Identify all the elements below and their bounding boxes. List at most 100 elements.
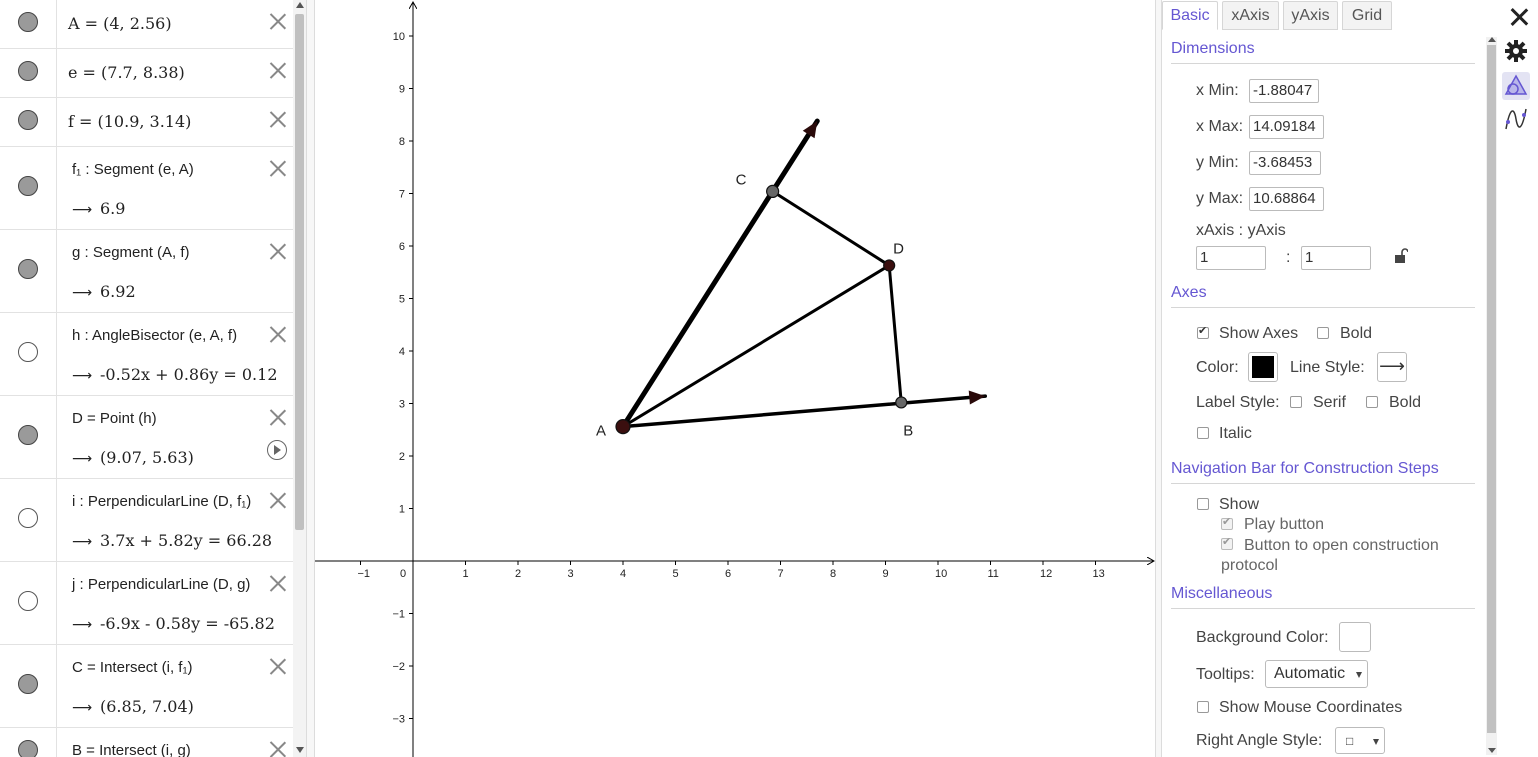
algebra-definition[interactable]: C = Intersect (i, f₁) xyxy=(72,659,193,676)
segment-cd[interactable] xyxy=(771,189,891,267)
x-tick-label: 12 xyxy=(1040,568,1052,580)
algebra-item[interactable]: f₁ : Segment (e, A) ⟶ 6.9 xyxy=(0,147,293,230)
right-angle-select[interactable]: □ xyxy=(1335,727,1385,754)
algebra-definition[interactable]: j : PerpendicularLine (D, g) xyxy=(72,576,250,593)
ymin-input[interactable]: -3.68453 xyxy=(1249,151,1321,175)
visibility-toggle[interactable] xyxy=(18,342,38,362)
tab-yaxis[interactable]: yAxis xyxy=(1283,1,1338,30)
close-icon[interactable] xyxy=(269,408,287,426)
segment-ad[interactable] xyxy=(621,263,891,429)
close-icon[interactable] xyxy=(269,657,287,675)
ratio-y-input[interactable]: 1 xyxy=(1301,246,1371,270)
function-curve-icon[interactable] xyxy=(1502,105,1530,133)
construction[interactable]: A B C D xyxy=(596,118,987,440)
algebra-definition[interactable]: A = (4, 2.56) xyxy=(68,14,172,33)
properties-splitter[interactable] xyxy=(1155,0,1162,757)
algebra-item[interactable]: C = Intersect (i, f₁) ⟶ (6.85, 7.04) xyxy=(0,645,293,728)
tab-basic[interactable]: Basic xyxy=(1162,1,1218,30)
algebra-scrollbar[interactable] xyxy=(293,0,306,757)
point-d[interactable] xyxy=(883,259,896,272)
xmax-input[interactable]: 14.09184 xyxy=(1249,115,1324,139)
algebra-item[interactable]: g : Segment (A, f) ⟶ 6.92 xyxy=(0,230,293,313)
close-icon[interactable] xyxy=(269,159,287,177)
visibility-toggle[interactable] xyxy=(18,110,38,130)
algebra-definition[interactable]: g : Segment (A, f) xyxy=(72,244,190,261)
algebra-item[interactable]: i : PerpendicularLine (D, f₁) ⟶ 3.7x + 5.8… xyxy=(0,479,293,562)
close-icon[interactable] xyxy=(269,61,287,79)
visibility-toggle[interactable] xyxy=(18,61,38,81)
visibility-toggle[interactable] xyxy=(18,12,38,32)
point-c[interactable] xyxy=(766,184,780,198)
background-color-button[interactable] xyxy=(1339,622,1371,652)
algebra-item[interactable]: A = (4, 2.56) xyxy=(0,0,293,49)
visibility-toggle[interactable] xyxy=(18,591,38,611)
show-axes-checkbox[interactable] xyxy=(1197,324,1209,339)
visibility-toggle[interactable] xyxy=(18,259,38,279)
visibility-toggle[interactable] xyxy=(18,740,38,757)
algebra-item[interactable]: h : AngleBisector (e, A, f) ⟶ -0.52x + 0.8… xyxy=(0,313,293,396)
close-icon[interactable] xyxy=(1510,8,1528,26)
algebra-definition[interactable]: f = (10.9, 3.14) xyxy=(68,112,191,131)
visibility-toggle[interactable] xyxy=(18,425,38,445)
algebra-item[interactable]: B = Intersect (i, g) xyxy=(0,728,293,757)
visibility-toggle[interactable] xyxy=(18,176,38,196)
segment-db[interactable] xyxy=(887,263,903,404)
label-d: D xyxy=(893,240,904,257)
segment-g[interactable] xyxy=(621,394,987,429)
algebra-definition[interactable]: e = (7.7, 8.38) xyxy=(68,63,185,82)
italic-checkbox[interactable] xyxy=(1197,427,1209,439)
close-icon[interactable] xyxy=(269,12,287,30)
close-icon[interactable] xyxy=(269,110,287,128)
algebra-item[interactable]: e = (7.7, 8.38) xyxy=(0,49,293,98)
properties-scrollbar[interactable] xyxy=(1486,37,1497,755)
properties-panel: Basic xAxis yAxis Grid Dimensions x Min:… xyxy=(1162,0,1538,757)
scrollbar-thumb[interactable] xyxy=(1487,45,1496,733)
graphics-view[interactable]: −1 0 1 2 3 4 5 6 7 8 9 10 11 12 13 10 9 8 7 6 5 4 3 2 1 −1 −2 −3 AB… xyxy=(315,0,1155,757)
close-icon[interactable] xyxy=(269,491,287,509)
bold-axes-label: Bold xyxy=(1340,325,1373,342)
algebra-item[interactable]: j : PerpendicularLine (D, g) ⟶ -6.9x - 0.5… xyxy=(0,562,293,645)
gear-icon[interactable] xyxy=(1502,37,1530,65)
mouse-coords-checkbox[interactable] xyxy=(1197,701,1209,713)
scroll-down-icon[interactable] xyxy=(296,747,304,753)
serif-checkbox[interactable] xyxy=(1290,396,1302,408)
scrollbar-thumb[interactable] xyxy=(295,14,304,530)
point-a[interactable] xyxy=(615,419,631,435)
show-nav-checkbox[interactable] xyxy=(1197,498,1209,510)
algebra-item[interactable]: f = (10.9, 3.14) xyxy=(0,98,293,147)
tab-xaxis[interactable]: xAxis xyxy=(1222,1,1279,30)
graphics-view-icon[interactable] xyxy=(1502,72,1530,100)
close-icon[interactable] xyxy=(269,325,287,343)
tooltips-select[interactable]: Automatic xyxy=(1265,660,1368,688)
algebra-item[interactable]: D = Point (h) ⟶ (9.07, 5.63) xyxy=(0,396,293,479)
algebra-definition[interactable]: h : AngleBisector (e, A, f) xyxy=(72,327,237,344)
graphics-canvas[interactable]: −1 0 1 2 3 4 5 6 7 8 9 10 11 12 1310987654321−1−2−3 AB… xyxy=(315,0,1155,757)
xmin-input[interactable]: -1.88047 xyxy=(1249,79,1319,103)
line-style-button[interactable]: ⟶ xyxy=(1377,352,1407,382)
algebra-definition[interactable]: D = Point (h) xyxy=(72,410,157,427)
play-button-checkbox[interactable] xyxy=(1221,515,1233,530)
algebra-splitter[interactable] xyxy=(306,0,315,757)
bold-axes-checkbox[interactable] xyxy=(1317,327,1329,339)
unlock-icon[interactable] xyxy=(1394,248,1408,264)
bold-label-checkbox[interactable] xyxy=(1366,396,1378,408)
close-icon[interactable] xyxy=(269,574,287,592)
ymax-input[interactable]: 10.68864 xyxy=(1249,187,1324,211)
scroll-down-icon[interactable] xyxy=(1488,748,1496,753)
algebra-definition[interactable]: f₁ : Segment (e, A) xyxy=(72,161,194,178)
algebra-definition[interactable]: B = Intersect (i, g) xyxy=(72,742,191,757)
visibility-toggle[interactable] xyxy=(18,508,38,528)
segment-f1[interactable] xyxy=(620,118,820,430)
axes-color-button[interactable] xyxy=(1248,352,1278,382)
close-icon[interactable] xyxy=(269,242,287,260)
scroll-up-icon[interactable] xyxy=(1488,37,1496,42)
point-b[interactable] xyxy=(895,396,908,409)
play-icon[interactable] xyxy=(267,440,287,460)
scroll-up-icon[interactable] xyxy=(296,2,304,8)
arrow-icon: ⟶ xyxy=(72,285,93,301)
close-icon[interactable] xyxy=(269,740,287,757)
ratio-x-input[interactable]: 1 xyxy=(1196,246,1266,270)
visibility-toggle[interactable] xyxy=(18,674,38,694)
algebra-definition[interactable]: i : PerpendicularLine (D, f₁) xyxy=(72,493,251,510)
tab-grid[interactable]: Grid xyxy=(1342,1,1392,30)
